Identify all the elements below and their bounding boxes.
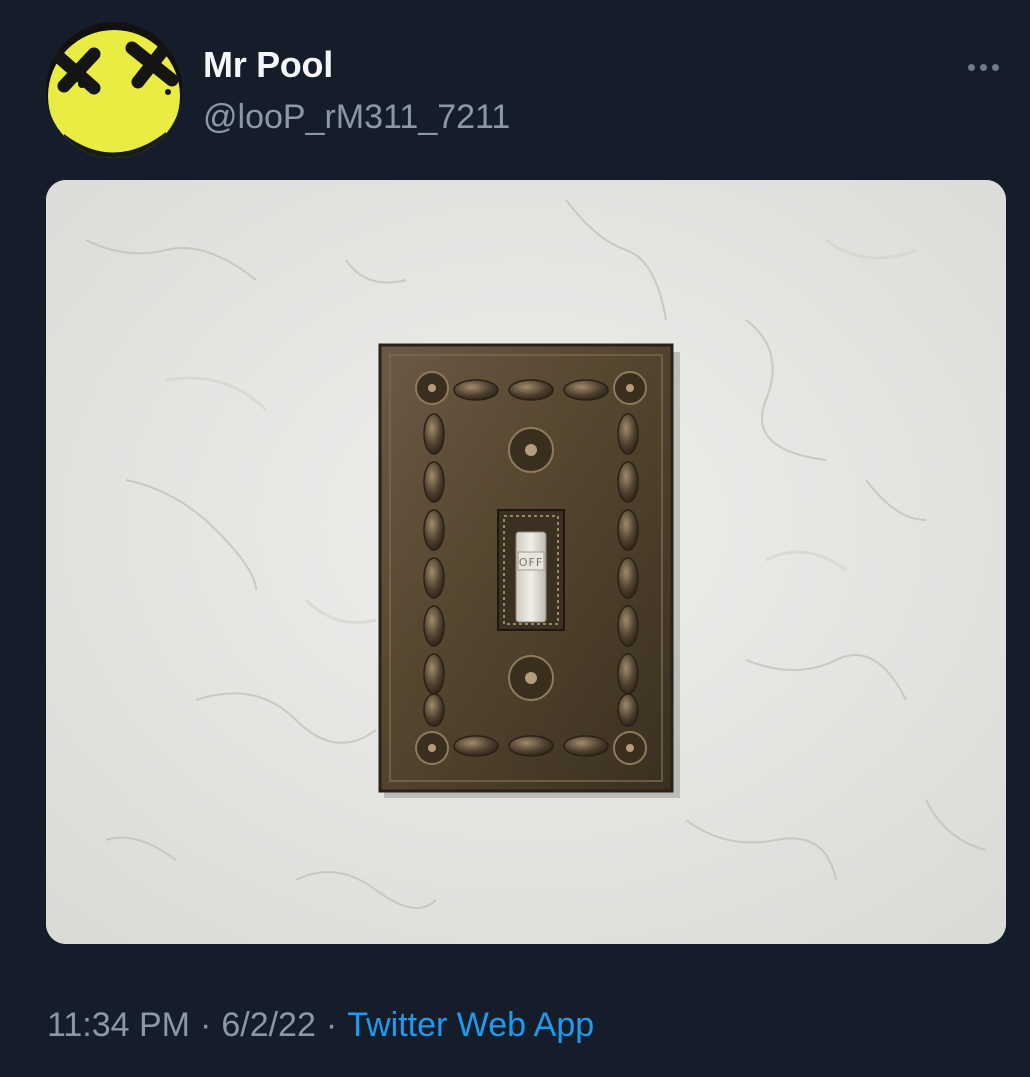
tweet-time[interactable]: 11:34 PM bbox=[47, 1006, 190, 1044]
dead-smiley-face-icon bbox=[46, 22, 182, 158]
light-switch-photo: OFF bbox=[46, 180, 1006, 944]
avatar[interactable] bbox=[46, 22, 182, 158]
more-options-button[interactable] bbox=[960, 52, 1006, 82]
tweet-date[interactable]: 6/2/22 bbox=[221, 1006, 316, 1044]
tweet-metadata: 11:34 PM · 6/2/22 · Twitter Web App bbox=[47, 1006, 594, 1045]
more-horizontal-icon bbox=[967, 63, 975, 71]
tweet-source-link[interactable]: Twitter Web App bbox=[347, 1006, 594, 1044]
switch-off-label: OFF bbox=[519, 556, 543, 569]
tweet-media-image[interactable]: OFF bbox=[46, 180, 1006, 944]
author-display-name[interactable]: Mr Pool bbox=[203, 44, 333, 86]
separator: · bbox=[325, 1006, 338, 1044]
separator: · bbox=[200, 1006, 212, 1044]
tweet: Mr Pool @looP_rM311_7211 OFF 11:34 PM · … bbox=[0, 0, 1030, 1077]
author-handle[interactable]: @looP_rM311_7211 bbox=[203, 98, 510, 137]
